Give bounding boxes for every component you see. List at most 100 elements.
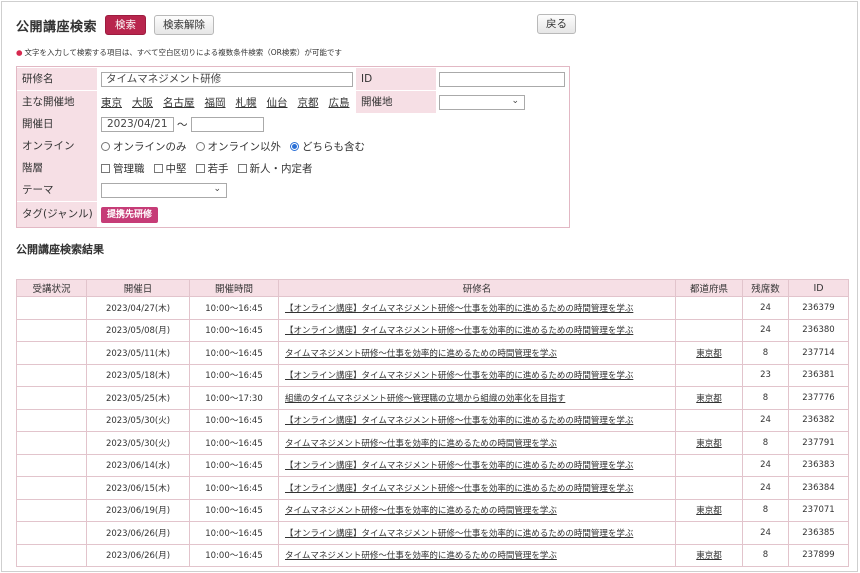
cell-date: 2023/05/11(木) [86, 341, 190, 365]
cell-seats: 24 [742, 296, 789, 320]
prefecture-link[interactable]: 東京都 [696, 394, 722, 404]
id-input[interactable] [439, 71, 565, 87]
col-header-date: 開催日 [86, 279, 190, 297]
prefecture-link[interactable]: 東京都 [696, 506, 722, 516]
cell-time: 10:00〜16:45 [189, 431, 279, 455]
course-link[interactable]: タイムマネジメント研修〜仕事を効率的に進めるための時間管理を学ぶ [285, 439, 557, 449]
checkbox-manager-label: 管理職 [113, 162, 145, 175]
course-name-input[interactable]: タイムマネジメント研修 [101, 71, 353, 87]
col-header-seats: 残席数 [742, 279, 789, 297]
cell-time: 10:00〜16:45 [189, 521, 279, 545]
course-link[interactable]: 【オンライン講座】タイムマネジメント研修〜仕事を効率的に進めるための時間管理を学… [285, 461, 633, 471]
cell-id: 236385 [788, 521, 849, 545]
back-button[interactable]: 戻る [537, 14, 576, 34]
theme-label: テーマ [17, 179, 97, 201]
cell-prefecture [675, 408, 743, 432]
col-header-id: ID [788, 279, 849, 297]
clear-search-button[interactable]: 検索解除 [154, 15, 215, 35]
area-link-fukuoka[interactable]: 福岡 [205, 95, 226, 110]
checkbox-newcomer[interactable]: 新人・内定者 [237, 161, 313, 176]
course-link[interactable]: タイムマネジメント研修〜仕事を効率的に進めるための時間管理を学ぶ [285, 349, 557, 359]
table-row: 2023/06/26(月) 10:00〜16:45 タイムマネジメント研修〜仕事を効… [16, 543, 849, 567]
cell-status [16, 476, 87, 500]
cell-date: 2023/05/18(木) [86, 363, 190, 387]
cell-id: 237071 [788, 498, 849, 522]
tag-label: タグ(ジャンル) [17, 202, 97, 227]
course-link[interactable]: 【オンライン講座】タイムマネジメント研修〜仕事を効率的に進めるための時間管理を学… [285, 304, 633, 314]
prefecture-link[interactable]: 東京都 [696, 551, 722, 561]
cell-prefecture [675, 318, 743, 342]
checkbox-manager[interactable]: 管理職 [101, 161, 145, 176]
table-row: 2023/06/19(月) 10:00〜16:45 タイムマネジメント研修〜仕事を効… [16, 498, 849, 522]
date-from-input[interactable]: 2023/04/21 [101, 116, 174, 132]
partner-training-tag-button[interactable]: 提携先研修 [101, 207, 159, 223]
area-link-sapporo[interactable]: 札幌 [236, 95, 257, 110]
course-link[interactable]: タイムマネジメント研修〜仕事を効率的に進めるための時間管理を学ぶ [285, 506, 557, 516]
table-row: 2023/05/08(月) 10:00〜16:45 【オンライン講座】タイムマネジメ… [16, 318, 849, 342]
cell-status [16, 296, 87, 320]
search-button[interactable]: 検索 [105, 15, 147, 35]
cell-seats: 24 [742, 408, 789, 432]
radio-both[interactable]: どちらも含む [290, 139, 365, 154]
cell-id: 236384 [788, 476, 849, 500]
cell-prefecture: 東京都 [675, 341, 743, 365]
table-row: 2023/06/15(木) 10:00〜16:45 【オンライン講座】タイムマネジメ… [16, 476, 849, 500]
checkbox-icon [195, 163, 205, 173]
radio-circle-icon [101, 141, 110, 151]
col-header-prefecture: 都道府県 [675, 279, 743, 297]
cell-id: 237791 [788, 431, 849, 455]
checkbox-icon [101, 163, 110, 173]
area-link-nagoya[interactable]: 名古屋 [163, 95, 195, 110]
course-link[interactable]: 【オンライン講座】タイムマネジメント研修〜仕事を効率的に進めるための時間管理を学… [285, 326, 633, 336]
chevron-down-icon: ⌄ [511, 95, 519, 106]
course-link[interactable]: タイムマネジメント研修〜仕事を効率的に進めるための時間管理を学ぶ [285, 551, 557, 561]
cell-date: 2023/05/30(火) [86, 431, 190, 455]
area-link-hiroshima[interactable]: 広島 [329, 95, 350, 110]
course-link[interactable]: 組織のタイムマネジメント研修〜管理職の立場から組織の効率化を目指す [285, 394, 565, 404]
cell-seats: 8 [742, 431, 789, 455]
course-link[interactable]: 【オンライン講座】タイムマネジメント研修〜仕事を効率的に進めるための時間管理を学… [285, 416, 633, 426]
cell-status [16, 521, 87, 545]
area-link-sendai[interactable]: 仙台 [267, 95, 288, 110]
checkbox-mid-label: 中堅 [165, 162, 187, 175]
course-link[interactable]: 【オンライン講座】タイムマネジメント研修〜仕事を効率的に進めるための時間管理を学… [285, 529, 633, 539]
cell-id: 236379 [788, 296, 849, 320]
cell-course-name: 【オンライン講座】タイムマネジメント研修〜仕事を効率的に進めるための時間管理を学… [278, 521, 676, 545]
cell-time: 10:00〜16:45 [189, 453, 279, 477]
level-checkbox-group: 管理職 中堅 若手 新人・内定者 [101, 157, 322, 179]
radio-offline-only[interactable]: オンライン以外 [195, 139, 281, 154]
level-label: 階層 [17, 157, 97, 179]
prefecture-link[interactable]: 東京都 [696, 349, 722, 359]
date-separator: 〜 [177, 118, 188, 131]
date-to-input[interactable] [190, 116, 264, 132]
cell-seats: 24 [742, 476, 789, 500]
course-link[interactable]: 【オンライン講座】タイムマネジメント研修〜仕事を効率的に進めるための時間管理を学… [285, 484, 633, 494]
table-row: 2023/05/18(木) 10:00〜16:45 【オンライン講座】タイムマネジメ… [16, 363, 849, 387]
cell-date: 2023/06/19(月) [86, 498, 190, 522]
area-link-kyoto[interactable]: 京都 [298, 95, 319, 110]
course-link[interactable]: 【オンライン講座】タイムマネジメント研修〜仕事を効率的に進めるための時間管理を学… [285, 371, 633, 381]
cell-date: 2023/06/26(月) [86, 543, 190, 567]
cell-status [16, 498, 87, 522]
checkbox-young[interactable]: 若手 [195, 161, 229, 176]
table-row: 2023/05/30(火) 10:00〜16:45 【オンライン講座】タイムマネジメ… [16, 408, 849, 432]
cell-prefecture [675, 363, 743, 387]
area-link-osaka[interactable]: 大阪 [132, 95, 153, 110]
cell-course-name: 【オンライン講座】タイムマネジメント研修〜仕事を効率的に進めるための時間管理を学… [278, 363, 676, 387]
prefecture-link[interactable]: 東京都 [696, 439, 722, 449]
theme-select[interactable]: ⌄ [101, 182, 227, 198]
venue-select[interactable]: ⌄ [439, 94, 525, 110]
radio-online-only[interactable]: オンラインのみ [101, 139, 187, 154]
checkbox-mid[interactable]: 中堅 [153, 161, 187, 176]
cell-time: 10:00〜16:45 [189, 318, 279, 342]
checkbox-icon [237, 163, 247, 173]
bullet-icon: ● [16, 48, 23, 57]
cell-course-name: 【オンライン講座】タイムマネジメント研修〜仕事を効率的に進めるための時間管理を学… [278, 453, 676, 477]
cell-date: 2023/06/15(木) [86, 476, 190, 500]
search-note-text: 文字を入力して検索する項目は、すべて空白区切りによる複数条件検索（OR検索）が可… [24, 48, 342, 57]
search-form: 研修名 タイムマネジメント研修 ID 主な開催地 東京 大阪 名古屋 福岡 札幌… [16, 66, 570, 228]
cell-seats: 24 [742, 521, 789, 545]
cell-course-name: 【オンライン講座】タイムマネジメント研修〜仕事を効率的に進めるための時間管理を学… [278, 318, 676, 342]
results-table: 受講状況 開催日 開催時間 研修名 都道府県 残席数 ID 2023/04/27… [16, 279, 849, 567]
area-link-tokyo[interactable]: 東京 [101, 95, 122, 110]
